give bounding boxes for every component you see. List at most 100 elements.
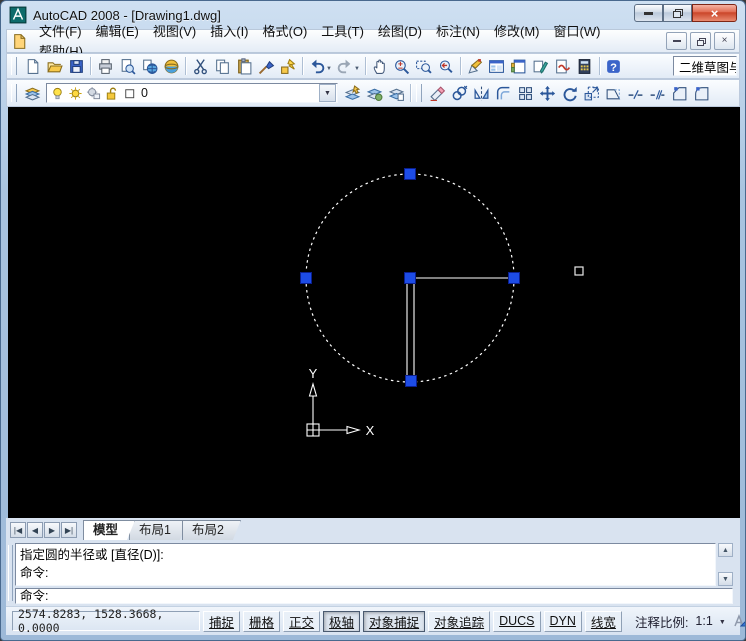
layer-previous-button[interactable] xyxy=(385,82,407,104)
scroll-up-button[interactable]: ▲ xyxy=(718,543,733,557)
close-icon: × xyxy=(711,6,719,21)
mdi-close-button[interactable]: × xyxy=(714,32,735,50)
annotation-visibility-icon[interactable] xyxy=(732,612,746,631)
menu-item[interactable]: 工具(T) xyxy=(314,22,371,41)
tab-first-button[interactable]: |◀ xyxy=(10,522,26,538)
pan-button[interactable] xyxy=(369,55,391,77)
properties-button[interactable] xyxy=(464,55,486,77)
grip[interactable] xyxy=(405,169,416,180)
paste-button[interactable] xyxy=(233,55,255,77)
zoom-previous-button[interactable] xyxy=(435,55,457,77)
open-button[interactable] xyxy=(43,55,65,77)
layout-tab[interactable]: 布局1 xyxy=(129,520,188,540)
help-button[interactable]: ? xyxy=(603,55,625,77)
status-toggle-polar[interactable]: 极轴 xyxy=(323,611,360,632)
cut-button[interactable] xyxy=(189,55,211,77)
chamfer-button[interactable] xyxy=(668,82,690,104)
tab-last-button[interactable]: ▶| xyxy=(61,522,77,538)
match-properties-button[interactable] xyxy=(255,55,277,77)
redo-dropdown-icon[interactable]: ▼ xyxy=(354,66,360,72)
layout-tab[interactable]: 布局2 xyxy=(182,520,241,540)
scale-button[interactable] xyxy=(580,82,602,104)
array-button[interactable] xyxy=(514,82,536,104)
3d-dwf-button[interactable] xyxy=(160,55,182,77)
tab-next-button[interactable]: ▶ xyxy=(44,522,60,538)
annotation-scale-value[interactable]: 1:1 xyxy=(695,614,712,628)
mdi-restore-button[interactable] xyxy=(690,32,711,50)
block-editor-button[interactable] xyxy=(277,55,299,77)
command-window-grip[interactable] xyxy=(8,545,13,601)
zoom-realtime-button[interactable] xyxy=(391,55,413,77)
layout-tab[interactable]: 模型 xyxy=(83,520,135,540)
markup-manager-button[interactable] xyxy=(552,55,574,77)
menu-item[interactable]: 修改(M) xyxy=(487,22,547,41)
menu-item[interactable]: 标注(N) xyxy=(429,22,487,41)
toolbar-drag-handle[interactable] xyxy=(11,84,17,102)
command-history[interactable]: 指定圆的半径或 [直径(D)]:命令: xyxy=(15,543,716,586)
fillet-button[interactable] xyxy=(690,82,712,104)
restore-button[interactable] xyxy=(663,4,692,22)
redo-button[interactable] xyxy=(334,55,356,77)
rotate-button[interactable] xyxy=(558,82,580,104)
status-toggle-dyn[interactable]: DYN xyxy=(544,611,582,632)
offset-button[interactable] xyxy=(492,82,514,104)
tool-palettes-button[interactable] xyxy=(508,55,530,77)
status-toggle-grid[interactable]: 栅格 xyxy=(243,611,280,632)
status-toggle-snap[interactable]: 捕捉 xyxy=(203,611,240,632)
save-button[interactable] xyxy=(65,55,87,77)
toolbar-drag-handle[interactable] xyxy=(416,84,422,102)
menu-item[interactable]: 窗口(W) xyxy=(547,22,608,41)
command-input[interactable]: 命令: xyxy=(15,588,733,604)
status-toggle-otrack[interactable]: 对象追踪 xyxy=(428,611,490,632)
scroll-down-button[interactable]: ▼ xyxy=(718,572,733,586)
copy-object-button[interactable] xyxy=(448,82,470,104)
grip[interactable] xyxy=(509,273,520,284)
plot-button[interactable] xyxy=(94,55,116,77)
copy-button[interactable] xyxy=(211,55,233,77)
coordinate-readout[interactable]: 2574.8283, 1528.3668, 0.0000 xyxy=(12,611,200,631)
zoom-window-button[interactable] xyxy=(413,55,435,77)
make-object-layer-current-button[interactable] xyxy=(341,82,363,104)
minimize-button[interactable] xyxy=(634,4,663,22)
menu-item[interactable]: 绘图(D) xyxy=(371,22,429,41)
menu-item[interactable]: 格式(O) xyxy=(256,22,315,41)
undo-dropdown-icon[interactable]: ▼ xyxy=(326,66,332,72)
toolbar-drag-handle[interactable] xyxy=(11,57,17,75)
annotation-scale-dropdown-icon[interactable]: ▼ xyxy=(719,619,726,626)
layer-combo[interactable]: 0 ▼ xyxy=(46,83,338,103)
grip[interactable] xyxy=(406,376,417,387)
stretch-button[interactable] xyxy=(602,82,624,104)
close-button[interactable]: × xyxy=(692,4,737,22)
plot-preview-button[interactable] xyxy=(116,55,138,77)
menu-item[interactable]: 编辑(E) xyxy=(89,22,146,41)
workspace-combo[interactable]: 二维草图与 xyxy=(673,56,737,76)
status-toggle-osnap[interactable]: 对象捕捉 xyxy=(363,611,425,632)
layer-states-manager-button[interactable] xyxy=(363,82,385,104)
mirror-button[interactable] xyxy=(470,82,492,104)
layer-combo-dropdown-button[interactable]: ▼ xyxy=(319,84,336,102)
annotation-scale-label: 注释比例: xyxy=(635,612,688,631)
undo-button[interactable] xyxy=(306,55,328,77)
status-toggle-ducs[interactable]: DUCS xyxy=(493,611,540,632)
quickcalc-button[interactable] xyxy=(574,55,596,77)
status-toggle-lwt[interactable]: 线宽 xyxy=(585,611,622,632)
menu-item[interactable]: 视图(V) xyxy=(146,22,203,41)
sheetset-manager-button[interactable] xyxy=(530,55,552,77)
grip[interactable] xyxy=(301,273,312,284)
mdi-minimize-button[interactable] xyxy=(666,32,687,50)
move-button[interactable] xyxy=(536,82,558,104)
erase-button[interactable] xyxy=(426,82,448,104)
tab-prev-button[interactable]: ◀ xyxy=(27,522,43,538)
status-toggle-ortho[interactable]: 正交 xyxy=(283,611,320,632)
break-at-point-button[interactable] xyxy=(624,82,646,104)
autocad-app-icon xyxy=(9,6,27,24)
publish-button[interactable] xyxy=(138,55,160,77)
grip[interactable] xyxy=(405,273,416,284)
layer-properties-manager-button[interactable] xyxy=(21,82,43,104)
break-button[interactable] xyxy=(646,82,668,104)
menu-item[interactable]: 插入(I) xyxy=(203,22,255,41)
drawing-canvas[interactable]: YX xyxy=(8,107,738,518)
menu-item[interactable]: 文件(F) xyxy=(32,22,89,41)
designcenter-button[interactable] xyxy=(486,55,508,77)
new-button[interactable] xyxy=(21,55,43,77)
